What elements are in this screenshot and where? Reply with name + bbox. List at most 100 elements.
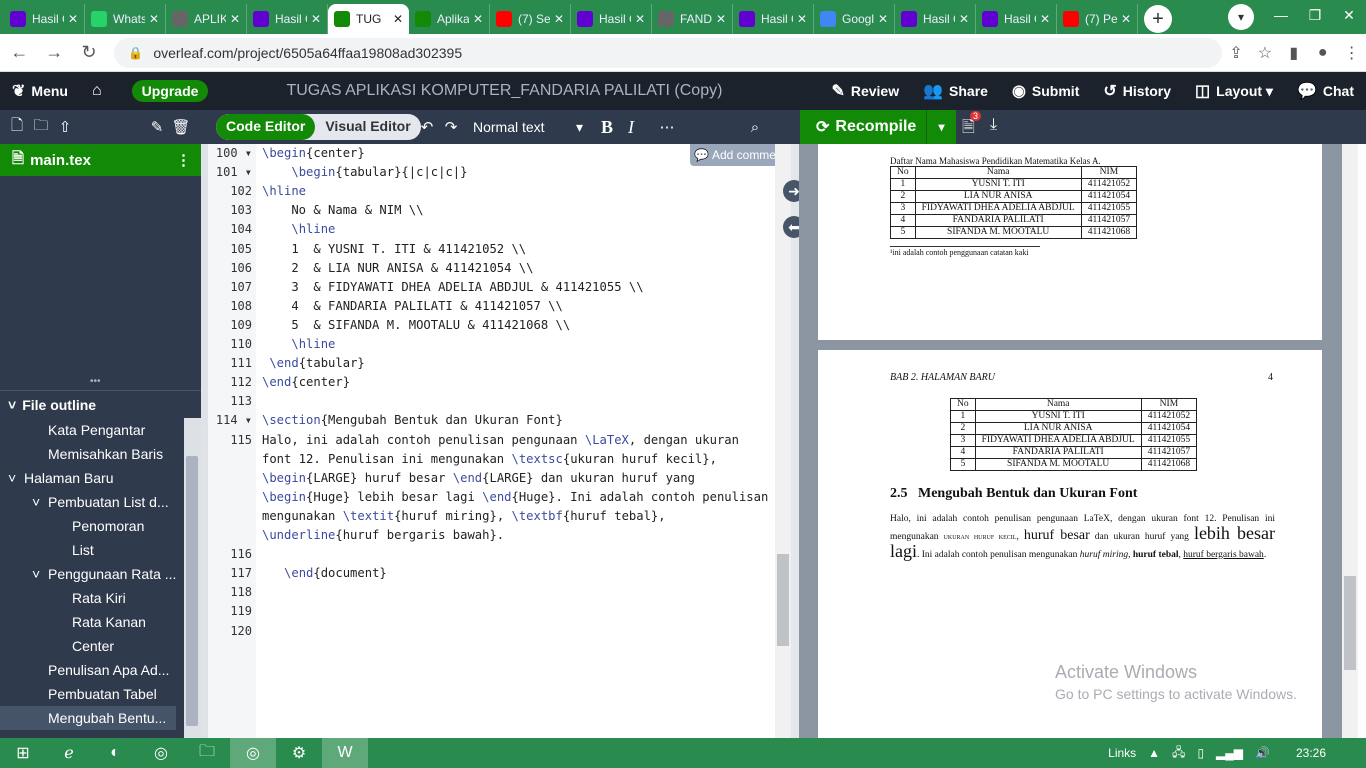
close-tab-icon[interactable]: ✕: [1040, 12, 1050, 26]
bold-button[interactable]: B: [595, 114, 619, 140]
search-icon[interactable]: ⌕: [743, 114, 767, 140]
submit-button[interactable]: ◉ Submit: [1000, 72, 1091, 110]
url-field[interactable]: 🔒 overleaf.com/project/6505a64ffaa19808a…: [114, 37, 1222, 68]
forward-button[interactable]: →: [39, 37, 70, 69]
layout-button[interactable]: ◫ Layout ▾: [1183, 72, 1285, 110]
restore-button[interactable]: ❐: [1298, 0, 1332, 30]
delete-trash-icon[interactable]: 🗑: [169, 114, 193, 140]
upload-icon[interactable]: ⇧: [53, 114, 77, 140]
browser-tab[interactable]: Hasil Ca✕: [976, 4, 1057, 34]
outline-item[interactable]: ˅ Halaman Baru: [0, 466, 184, 490]
chrome-active-icon[interactable]: ◎: [230, 738, 276, 768]
close-tab-icon[interactable]: ✕: [68, 12, 78, 26]
close-tab-icon[interactable]: ✕: [554, 12, 564, 26]
new-file-icon[interactable]: 🗋: [5, 114, 29, 140]
file-main-tex[interactable]: 🗎 main.tex ⋮: [0, 144, 201, 176]
word-icon[interactable]: W: [322, 738, 368, 768]
chat-button[interactable]: 💬 Chat: [1285, 72, 1366, 110]
share-page-icon[interactable]: ⇪: [1222, 43, 1251, 63]
rename-pencil-icon[interactable]: ✎: [145, 114, 169, 140]
home-button[interactable]: ⌂: [80, 72, 120, 110]
file-explorer-icon[interactable]: 🗀: [184, 738, 230, 768]
links-toolbar[interactable]: Links: [1108, 746, 1136, 760]
minimize-button[interactable]: —: [1264, 0, 1298, 30]
outline-scrollbar[interactable]: [184, 418, 201, 738]
download-pdf-icon[interactable]: ⤓: [990, 116, 997, 134]
browser-tab[interactable]: Hasil Ca✕: [571, 4, 652, 34]
tab-search-button[interactable]: ▾: [1228, 4, 1254, 30]
more-options-icon[interactable]: ⋯: [655, 114, 679, 140]
close-tab-icon[interactable]: ✕: [797, 12, 807, 26]
outline-item[interactable]: Kata Pengantar: [0, 418, 184, 442]
battery-icon[interactable]: ▯: [1197, 746, 1204, 760]
sidebar-icon[interactable]: ▮: [1279, 43, 1308, 63]
outline-item[interactable]: Memisahkan Baris: [0, 442, 184, 466]
outline-item[interactable]: Mengubah Bentu...: [0, 706, 176, 730]
tray-overflow-icon[interactable]: ▲: [1148, 746, 1160, 760]
outline-item[interactable]: Rata Kiri: [0, 586, 184, 610]
edge-icon[interactable]: ◐: [92, 738, 138, 768]
resize-handle[interactable]: •••: [90, 376, 101, 387]
volume-icon[interactable]: 🔊: [1255, 746, 1270, 760]
outline-item[interactable]: Rata Kanan: [0, 610, 184, 634]
italic-button[interactable]: I: [619, 114, 643, 140]
internet-explorer-icon[interactable]: ℯ: [46, 738, 92, 768]
project-title[interactable]: TUGAS APLIKASI KOMPUTER_FANDARIA PALILAT…: [286, 82, 819, 100]
close-tab-icon[interactable]: ✕: [878, 12, 888, 26]
back-button[interactable]: ←: [4, 37, 35, 69]
outline-item[interactable]: Penomoran: [0, 514, 184, 538]
browser-tab[interactable]: Hasil Ca✕: [247, 4, 328, 34]
history-button[interactable]: ↺ History: [1091, 72, 1183, 110]
close-tab-icon[interactable]: ✕: [393, 12, 403, 26]
browser-tab[interactable]: Hasil Ca✕: [733, 4, 814, 34]
file-menu-icon[interactable]: ⋮: [176, 151, 191, 169]
close-tab-icon[interactable]: ✕: [635, 12, 645, 26]
code-editor-tab[interactable]: Code Editor: [216, 114, 316, 140]
upgrade-button[interactable]: Upgrade: [131, 80, 209, 102]
code-editor[interactable]: 100 ▾ 101 ▾ 102 103 104 105 106 107 108 10…: [208, 144, 775, 738]
close-tab-icon[interactable]: ✕: [1121, 12, 1131, 26]
clock[interactable]: 23:26: [1296, 746, 1326, 760]
browser-tab[interactable]: WhatsA✕: [85, 4, 166, 34]
browser-tab[interactable]: Hasil Ca✕: [895, 4, 976, 34]
file-outline-header[interactable]: ˅ File outline: [0, 390, 201, 418]
chrome-icon[interactable]: ◎: [138, 738, 184, 768]
close-tab-icon[interactable]: ✕: [473, 12, 483, 26]
close-tab-icon[interactable]: ✕: [959, 12, 969, 26]
browser-tab[interactable]: FANDA✕: [652, 4, 733, 34]
pdf-scrollbar[interactable]: [1342, 144, 1358, 738]
browser-tab[interactable]: (7) Seri✕: [490, 4, 571, 34]
browser-tab[interactable]: APLIKA✕: [166, 4, 247, 34]
network-icon[interactable]: 🖧: [1172, 743, 1185, 764]
outline-item[interactable]: ˅ Penggunaan Rata ...: [0, 562, 184, 586]
menu-button[interactable]: ❦ Menu: [0, 72, 80, 110]
outline-item[interactable]: Penulisan Apa Ad...: [0, 658, 184, 682]
new-tab-button[interactable]: +: [1144, 5, 1172, 33]
browser-tab[interactable]: Hasil Ca✕: [4, 4, 85, 34]
close-tab-icon[interactable]: ✕: [230, 12, 240, 26]
outline-item[interactable]: ˅ Pembuatan List d...: [0, 490, 184, 514]
app-icon[interactable]: ⚙: [276, 738, 322, 768]
text-style-dropdown[interactable]: Normal text ▾: [473, 119, 583, 136]
review-button[interactable]: ✎ Review: [819, 72, 911, 110]
logs-icon[interactable]: 🗎 3: [962, 111, 982, 143]
outline-item[interactable]: Center: [0, 634, 184, 658]
close-tab-icon[interactable]: ✕: [716, 12, 726, 26]
browser-tab[interactable]: TUG ✕: [328, 4, 409, 34]
close-window-button[interactable]: ✕: [1332, 0, 1366, 30]
signal-icon[interactable]: ▂▄▆: [1216, 746, 1243, 760]
new-folder-icon[interactable]: 🗀: [29, 114, 53, 140]
windows-start-icon[interactable]: ⊞: [0, 738, 46, 768]
recompile-options-dropdown[interactable]: ▾: [926, 110, 956, 144]
reload-button[interactable]: ↻: [74, 37, 105, 69]
share-button[interactable]: 👥 Share: [911, 72, 1000, 110]
close-tab-icon[interactable]: ✕: [311, 12, 321, 26]
outline-item[interactable]: List: [0, 538, 184, 562]
browser-tab[interactable]: Aplikasi✕: [409, 4, 490, 34]
bookmark-star-icon[interactable]: ☆: [1251, 43, 1280, 63]
kebab-menu-icon[interactable]: ⋮: [1337, 43, 1366, 63]
close-tab-icon[interactable]: ✕: [149, 12, 159, 26]
profile-avatar[interactable]: ●: [1308, 44, 1337, 62]
browser-tab[interactable]: (7) Perk✕: [1057, 4, 1138, 34]
pdf-preview[interactable]: Daftar Nama Mahasiswa Pendidikan Matemat…: [799, 144, 1350, 738]
